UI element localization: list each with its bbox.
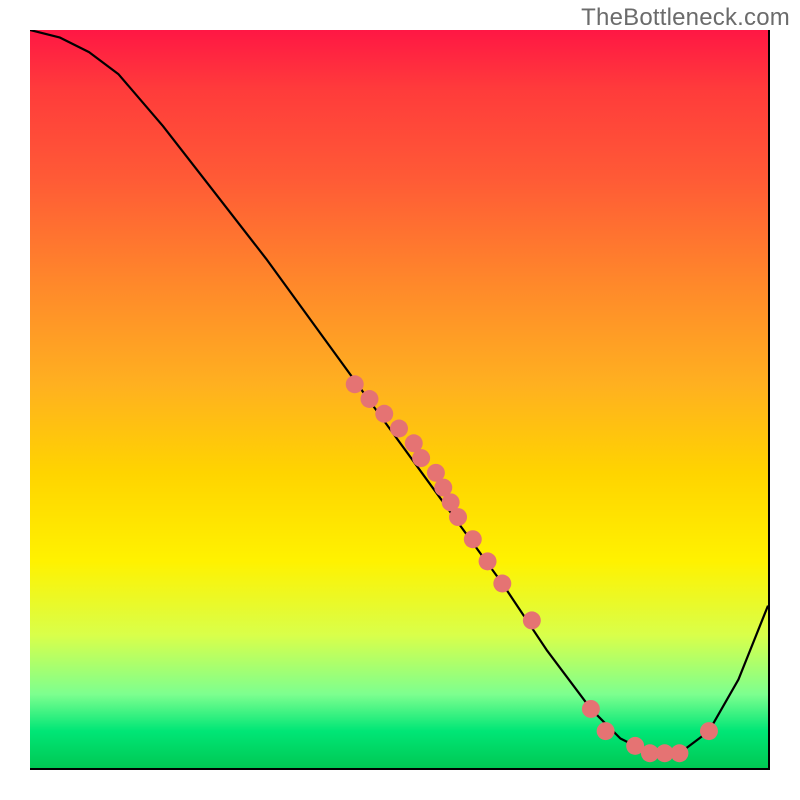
data-point [464,530,482,548]
data-point [479,552,497,570]
plot-area [30,30,770,770]
data-point [493,575,511,593]
data-point [375,405,393,423]
watermark-text: TheBottleneck.com [581,4,790,32]
data-point [412,449,430,467]
data-point [390,420,408,438]
bottleneck-curve [30,30,768,753]
data-points-group [346,375,718,762]
data-point [523,611,541,629]
chart-svg [30,30,768,768]
chart-container: TheBottleneck.com [0,0,800,800]
data-point [582,700,600,718]
data-point [449,508,467,526]
data-point [597,722,615,740]
data-point [670,744,688,762]
data-point [361,390,379,408]
data-point [346,375,364,393]
data-point [700,722,718,740]
